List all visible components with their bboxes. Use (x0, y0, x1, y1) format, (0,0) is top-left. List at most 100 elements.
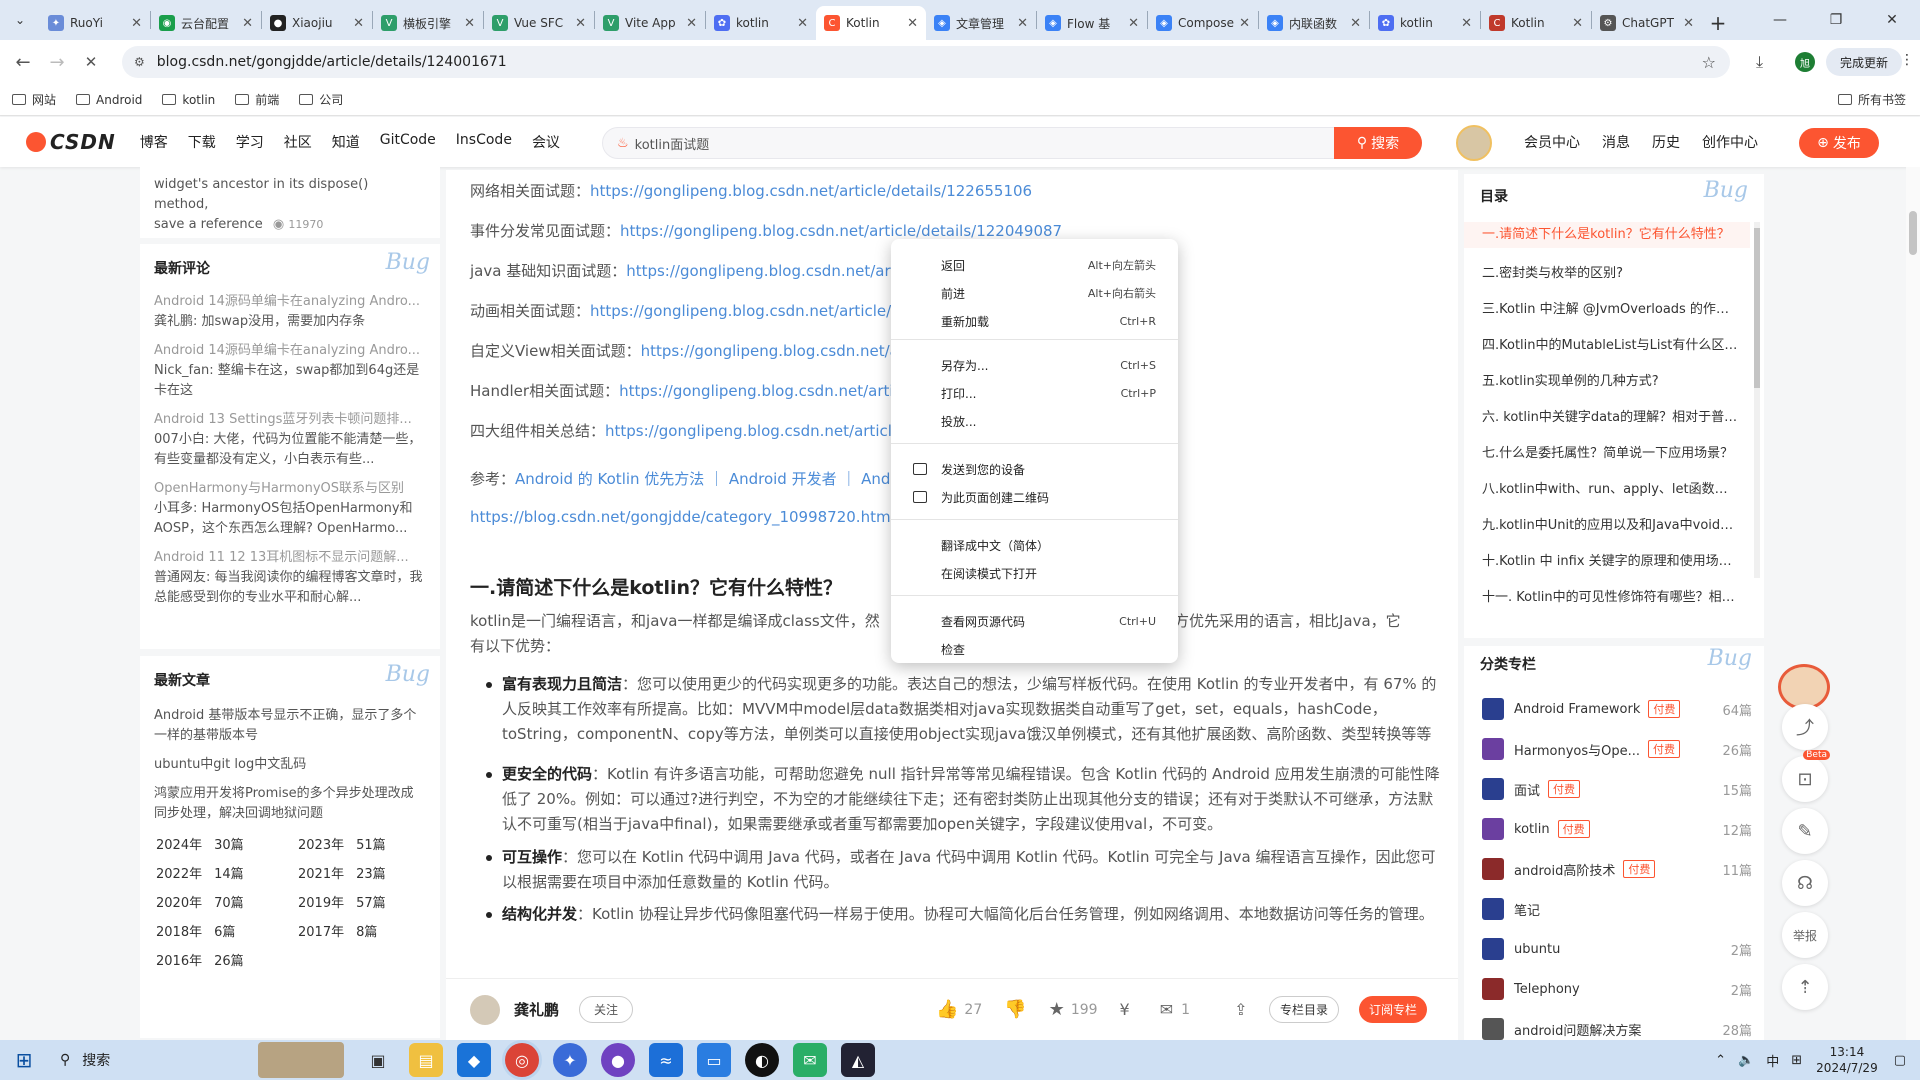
browser-tab[interactable]: ◈ Compose ✕ (1148, 6, 1258, 40)
comment-item[interactable]: Android 13 Settings蓝牙列表卡顿问题排... 007小白: 大佬… (154, 410, 426, 470)
toc-item[interactable]: 十一. Kotlin中的可见性修饰符有哪些？相比java？ (1482, 586, 1738, 605)
comment-item[interactable]: Android 14源码单编卡在analyzing Andro... Nick_f… (154, 341, 426, 401)
column-item[interactable]: Harmonyos与Ope... 付费 26篇 (1482, 734, 1752, 764)
menu-kebab-icon[interactable]: ⋮ (1900, 52, 1914, 68)
app-wave-icon[interactable]: ≈ (649, 1043, 683, 1077)
comment-icon[interactable]: ✉ (1160, 1000, 1173, 1019)
like-icon[interactable]: 👍 (936, 999, 958, 1020)
toc-item[interactable]: 七.什么是委托属性？简单说一下应用场景？ (1482, 442, 1738, 461)
comment-article-title[interactable]: Android 11 12 13耳机图标不显示问题解... (154, 548, 426, 568)
column-item[interactable]: Android Framework 付费 64篇 (1482, 694, 1752, 724)
task-view-icon[interactable]: ▣ (361, 1043, 395, 1077)
interview-link[interactable]: https://gonglipeng.blog.csdn.net/ar (641, 342, 905, 360)
tab-close-icon[interactable]: ✕ (353, 16, 364, 31)
toc-scrollbar[interactable] (1754, 222, 1760, 578)
context-menu-item[interactable]: 为此页面创建二维码 (891, 483, 1178, 511)
csdn-nav-4[interactable]: 知道 (332, 132, 360, 152)
reward-icon[interactable]: ¥ (1120, 1000, 1130, 1019)
browser-tab[interactable]: C Kotlin ✕ (1481, 6, 1591, 40)
toc-item[interactable]: 五.kotlin实现单例的几种方式? (1482, 370, 1738, 389)
restore-icon[interactable]: ❐ (1808, 0, 1864, 40)
column-item[interactable]: 面试 付费 15篇 (1482, 774, 1752, 804)
archive-year[interactable]: 2019年 57篇 (296, 892, 438, 911)
browser-tab[interactable]: ✦ RuoYi ✕ (40, 6, 150, 40)
site-info-icon[interactable]: ⚙ (134, 55, 145, 69)
minimize-icon[interactable]: — (1752, 0, 1808, 40)
browser-tab[interactable]: ⚙ ChatGPT ✕ (1592, 6, 1702, 40)
bookmark-star-icon[interactable]: ☆ (1702, 53, 1716, 72)
toc-item[interactable]: 三.Kotlin 中注解 @JvmOverloads 的作用？ (1482, 298, 1738, 317)
csdn-nav-7[interactable]: 会议 (532, 132, 560, 152)
new-tab-button[interactable]: + (1702, 6, 1734, 40)
bookmark-item[interactable]: 公司 (299, 91, 343, 108)
archive-year[interactable]: 2023年 51篇 (296, 834, 438, 853)
browser-tab[interactable]: ◈ 文章管理 ✕ (926, 6, 1036, 40)
tab-close-icon[interactable]: ✕ (686, 16, 697, 31)
archive-year[interactable]: 2024年 30篇 (154, 834, 296, 853)
tab-close-icon[interactable]: ✕ (907, 16, 918, 31)
address-bar[interactable]: ⚙ blog.csdn.net/gongjdde/article/details… (122, 46, 1730, 78)
tab-close-icon[interactable]: ✕ (575, 16, 586, 31)
browser-tab[interactable]: V Vue SFC ✕ (484, 6, 594, 40)
comment-article-title[interactable]: OpenHarmony与HarmonyOS联系与区别 (154, 479, 426, 499)
browser-tab[interactable]: V 横板引擎 ✕ (373, 6, 483, 40)
interview-link[interactable]: https://gonglipeng.blog.csdn.net/article… (590, 302, 910, 320)
column-item[interactable]: ubuntu 2篇 (1482, 934, 1752, 964)
column-item[interactable]: Telephony 2篇 (1482, 974, 1752, 1004)
csdn-logo[interactable]: CSDN (26, 130, 116, 154)
context-menu-item[interactable]: 打印... Ctrl+P (891, 379, 1178, 407)
tab-close-icon[interactable]: ✕ (131, 16, 142, 31)
context-menu-item[interactable]: 返回 Alt+向左箭头 (891, 251, 1178, 279)
windows-start-icon[interactable]: ⊞ (0, 1040, 48, 1080)
toc-item[interactable]: 一.请简述下什么是kotlin？它有什么特性？ (1464, 222, 1750, 248)
tab-close-icon[interactable]: ✕ (1461, 16, 1472, 31)
tray-chevron-icon[interactable]: ⌃ (1715, 1053, 1726, 1068)
star-icon[interactable]: ★ (1049, 999, 1065, 1020)
clock-date[interactable]: 2024/7/29 (1816, 1060, 1878, 1076)
recent-article-link[interactable]: Android 基带版本号显示不正确，显示了多个一样的基带版本号 (154, 706, 426, 746)
context-menu-item[interactable]: 另存为... Ctrl+S (891, 351, 1178, 379)
context-menu-item[interactable]: 翻译成中文（简体） (891, 531, 1178, 559)
taskbar-search[interactable]: ⚲ 搜索 (48, 1045, 248, 1075)
close-window-icon[interactable]: ✕ (1864, 0, 1920, 40)
browser-tab[interactable]: ● Xiaojiu ✕ (262, 6, 372, 40)
author-avatar[interactable] (470, 994, 500, 1025)
browser-tab[interactable]: C Kotlin ✕ (816, 6, 926, 40)
comment-item[interactable]: Android 11 12 13耳机图标不显示问题解... 普通网友: 每当我阅读… (154, 548, 426, 608)
context-menu-item[interactable]: 在阅读模式下打开 (891, 559, 1178, 587)
toc-item[interactable]: 十.Kotlin 中 infix 关键字的原理和使用场景？ (1482, 550, 1738, 569)
column-item[interactable]: android高阶技术 付费 11篇 (1482, 854, 1752, 884)
follow-button[interactable]: 关注 (579, 996, 634, 1023)
context-menu-item[interactable]: 查看网页源代码 Ctrl+U (891, 607, 1178, 635)
trend-icon[interactable]: ⤴ (1782, 704, 1828, 750)
author-name[interactable]: 龚礼鹏 (514, 999, 559, 1020)
csdn-nav-1[interactable]: 下载 (188, 132, 216, 152)
archive-year[interactable]: 2016年 26篇 (154, 950, 296, 969)
chrome-icon[interactable]: ◎ (505, 1043, 539, 1077)
browser-tab[interactable]: ◈ Flow 基 ✕ (1037, 6, 1147, 40)
context-menu-item[interactable]: 发送到您的设备 (891, 455, 1178, 483)
browser-tab[interactable]: ◉ 云台配置 ✕ (151, 6, 261, 40)
publish-button[interactable]: ⊕ 发布 (1799, 128, 1879, 158)
recent-article-link[interactable]: 鸿蒙应用开发将Promise的多个异步处理改成同步处理，解决回调地狱问题 (154, 784, 426, 824)
csdn-nav-6[interactable]: InsCode (456, 132, 512, 152)
tab-close-icon[interactable]: ✕ (1683, 16, 1694, 31)
archive-year[interactable]: 2022年 14篇 (154, 863, 296, 882)
android-studio-icon[interactable]: ◭ (841, 1043, 875, 1077)
toc-item[interactable]: 二.密封类与枚举的区别? (1482, 262, 1738, 281)
download-icon[interactable]: ⤓ (1756, 52, 1763, 72)
archive-year[interactable]: 2017年 8篇 (296, 921, 438, 940)
context-menu-item[interactable]: 投放... (891, 407, 1178, 435)
update-button[interactable]: 完成更新 (1826, 48, 1902, 76)
clock-time[interactable]: 13:14 (1816, 1044, 1878, 1060)
qq-icon[interactable]: ◐ (745, 1043, 779, 1077)
archive-year[interactable]: 2021年 23篇 (296, 863, 438, 882)
csdn-nav-0[interactable]: 博客 (140, 132, 168, 152)
user-avatar[interactable] (1456, 125, 1492, 161)
app-blue-icon[interactable]: ◆ (457, 1043, 491, 1077)
bookmark-item[interactable]: kotlin (162, 91, 215, 108)
interview-link[interactable]: https://gonglipeng.blog.csdn.net/article (619, 382, 915, 400)
browser-tab[interactable]: ◈ 内联函数 ✕ (1259, 6, 1369, 40)
all-bookmarks[interactable]: 所有书签 (1837, 91, 1906, 108)
csdn-right-nav-3[interactable]: 创作中心 (1702, 132, 1758, 152)
